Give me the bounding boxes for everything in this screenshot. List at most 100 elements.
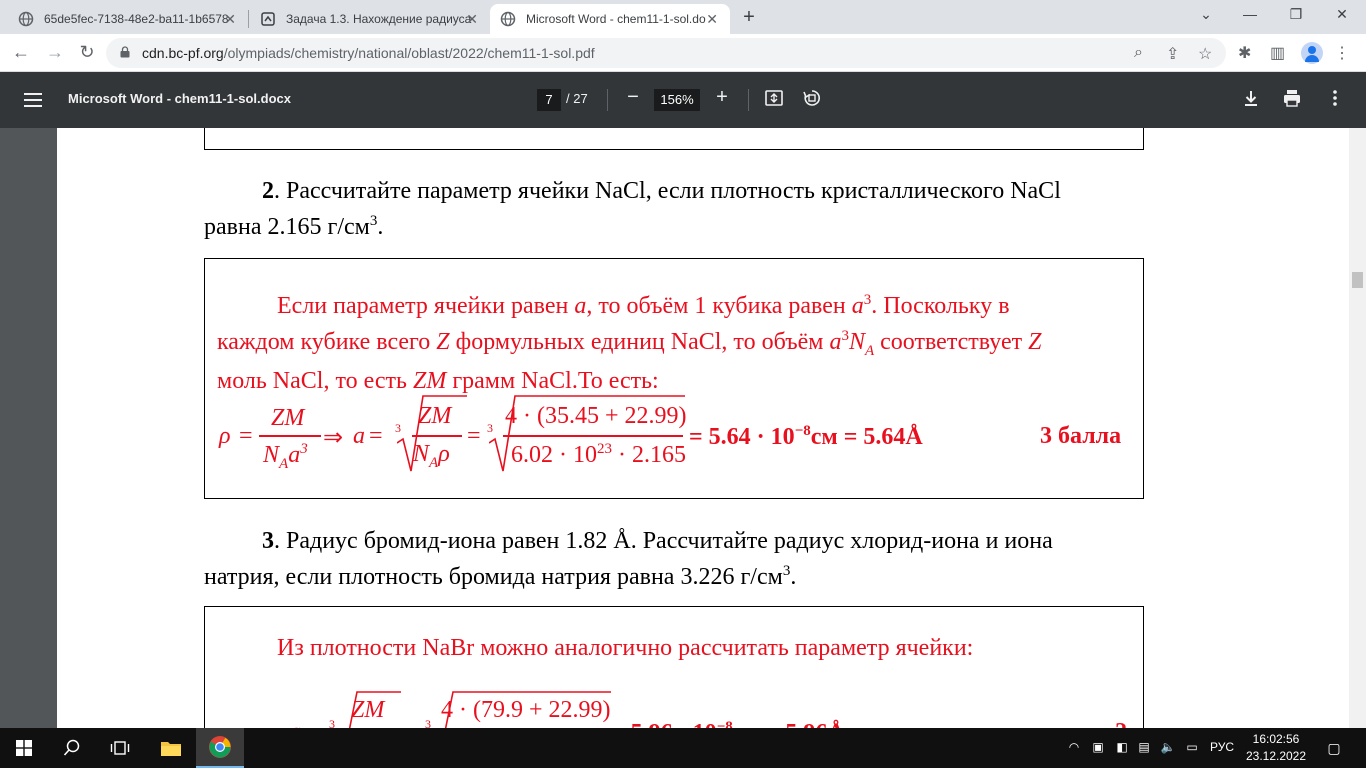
file-explorer-button[interactable] [148, 728, 194, 768]
zoom-icon[interactable]: ⌕ [1134, 44, 1143, 62]
network-icon[interactable]: ▣ [1090, 740, 1106, 754]
tab-strip: 65de5fec-7138-48e2-ba11-1b6578 ✕ Задача … [0, 0, 1366, 34]
rotate-icon[interactable] [802, 88, 822, 108]
page-total: / 27 [566, 91, 588, 106]
formula-2: ρ = ZM NAa3 ⇒ a = 3 ZM NAρ = 3 4 · (35.4… [205, 391, 1142, 472]
toolbar-divider [607, 89, 608, 111]
close-tab-icon[interactable]: ✕ [466, 11, 478, 28]
answer-text: , то объём 1 кубика равен [586, 293, 852, 319]
clock-date[interactable]: 23.12.2022 [1244, 749, 1308, 763]
volume-icon[interactable]: 🔈 [1160, 740, 1176, 754]
question-text: . [377, 214, 384, 240]
question-2: 2. Рассчитайте параметр ячейки NaCl, есл… [204, 176, 1144, 242]
fraction-bar [412, 435, 462, 437]
search-button[interactable] [48, 728, 96, 768]
address-bar[interactable]: cdn.bc-pf.org/olympiads/chemistry/nation… [106, 38, 1226, 68]
formula-3: a = 3 ZM = 3 4 · (79.9 + 22.99) = 5.96 ·… [205, 691, 1142, 728]
answer-text: грамм NaCl.То есть: [446, 367, 659, 394]
toolbar-divider [748, 89, 749, 111]
answer-2-text: Если параметр ячейки равен a, то объём 1… [217, 285, 1127, 396]
chrome-icon [209, 736, 231, 758]
answer-text: Если параметр ячейки равен [277, 293, 575, 319]
formula-numerator: ZM [271, 405, 305, 431]
var-zm: ZM [412, 367, 447, 394]
task-view-icon [110, 741, 130, 755]
security-icon[interactable]: ▤ [1136, 740, 1152, 754]
menu-icon[interactable] [24, 93, 42, 107]
notification-icon[interactable]: ▢ [1326, 740, 1342, 757]
clock-time[interactable]: 16:02:56 [1251, 732, 1301, 746]
print-icon[interactable] [1282, 88, 1302, 108]
var-n: N [848, 329, 865, 355]
start-button[interactable] [0, 728, 48, 768]
formula-rho: ρ [219, 423, 231, 449]
extensions-icon[interactable]: ✱ [1238, 43, 1251, 63]
scrollbar-thumb[interactable] [1352, 272, 1363, 288]
points-label: 3 балла [1040, 423, 1122, 449]
zoom-out-button[interactable]: − [625, 86, 641, 109]
pdf-viewport[interactable]: 2. Рассчитайте параметр ячейки NaCl, есл… [0, 128, 1366, 728]
fit-page-icon[interactable] [764, 88, 784, 108]
answer-text: моль NaCl, то есть [217, 367, 413, 394]
zoom-in-button[interactable]: + [713, 86, 731, 109]
formula-denominator: NAρ [413, 441, 450, 471]
tab-3-active[interactable]: Microsoft Word - chem11-1-sol.do ✕ [490, 4, 730, 34]
formula-denominator: 6.02 · 1023 · 2.165 [511, 441, 686, 468]
battery-icon[interactable]: ▭ [1184, 740, 1200, 754]
bookmark-star-icon[interactable]: ☆ [1198, 44, 1212, 64]
answer-2-box: Если параметр ячейки равен a, то объём 1… [204, 258, 1144, 499]
page-number-input[interactable]: 7 [537, 89, 561, 111]
download-icon[interactable] [1241, 88, 1261, 108]
answer-text: каждом кубике всего [217, 329, 437, 355]
answer-3-box: Из плотности NaBr можно аналогично рассч… [204, 606, 1144, 728]
wifi-icon[interactable]: ◠ [1066, 740, 1082, 754]
close-tab-icon[interactable]: ✕ [224, 11, 236, 28]
var-a: a [851, 293, 864, 319]
previous-answer-box [204, 128, 1144, 150]
tab-title: Microsoft Word - chem11-1-sol.do [526, 12, 706, 26]
zoom-level-input[interactable]: 156% [654, 89, 700, 111]
answer-3-text: Из плотности NaBr можно аналогично рассч… [217, 633, 1127, 663]
input-language[interactable]: РУС [1210, 740, 1234, 754]
windows-icon [16, 740, 32, 756]
maximize-icon[interactable]: ❐ [1286, 6, 1306, 23]
folder-icon [161, 742, 181, 756]
question-text: натрия, если плотность бромида натрия ра… [204, 564, 783, 590]
search-icon [63, 739, 80, 756]
document-title: Microsoft Word - chem11-1-sol.docx [68, 91, 291, 106]
browser-toolbar: ← → ↻ cdn.bc-pf.org/olympiads/chemistry/… [0, 34, 1366, 72]
formula-numerator: 4 · (79.9 + 22.99) [441, 697, 611, 723]
formula-denominator: NAa3 [263, 441, 308, 472]
back-icon[interactable]: ← [10, 42, 32, 63]
formula-numerator: 4 · (35.45 + 22.99) [505, 403, 687, 429]
fraction-bar [259, 435, 321, 437]
tab-search-icon[interactable]: ⌄ [1196, 6, 1216, 23]
answer-text: Из плотности NaBr можно аналогично рассч… [277, 635, 974, 661]
close-tab-icon[interactable]: ✕ [706, 11, 718, 28]
tab-1[interactable]: 65de5fec-7138-48e2-ba11-1b6578 ✕ [8, 4, 248, 34]
reload-icon[interactable]: ↻ [76, 42, 98, 63]
forward-icon[interactable]: → [44, 42, 66, 63]
more-menu-icon[interactable]: ⋮ [1334, 43, 1350, 63]
lock-icon [120, 46, 130, 58]
share-icon[interactable]: ⇪ [1166, 44, 1179, 64]
subscript: A [864, 342, 875, 359]
formula-implies: ⇒ [323, 425, 344, 451]
profile-avatar[interactable] [1301, 42, 1323, 64]
var-a: a [574, 293, 587, 319]
tab-2[interactable]: Задача 1.3. Нахождение радиуса ✕ [250, 4, 490, 34]
chrome-taskbar-button[interactable] [196, 728, 244, 768]
question-3: 3. Радиус бромид-иона равен 1.82 Å. Расс… [204, 526, 1144, 592]
taskbar: ◠ ▣ ◧ ▤ 🔈 ▭ РУС 16:02:56 23.12.2022 ▢ [0, 728, 1366, 768]
close-window-icon[interactable]: ✕ [1332, 6, 1352, 23]
task-view-button[interactable] [96, 728, 144, 768]
minimize-icon[interactable]: — [1240, 6, 1260, 22]
scrollbar[interactable] [1349, 128, 1366, 728]
question-text: . Радиус бромид-иона равен 1.82 Å. Рассч… [274, 528, 1053, 554]
pdf-toolbar: Microsoft Word - chem11-1-sol.docx 7 / 2… [0, 72, 1366, 128]
more-options-icon[interactable] [1325, 88, 1345, 108]
new-tab-button[interactable]: + [738, 6, 760, 29]
question-number: 2 [262, 178, 274, 204]
side-panel-icon[interactable]: ▥ [1270, 43, 1285, 63]
tray-app-icon[interactable]: ◧ [1114, 740, 1130, 754]
